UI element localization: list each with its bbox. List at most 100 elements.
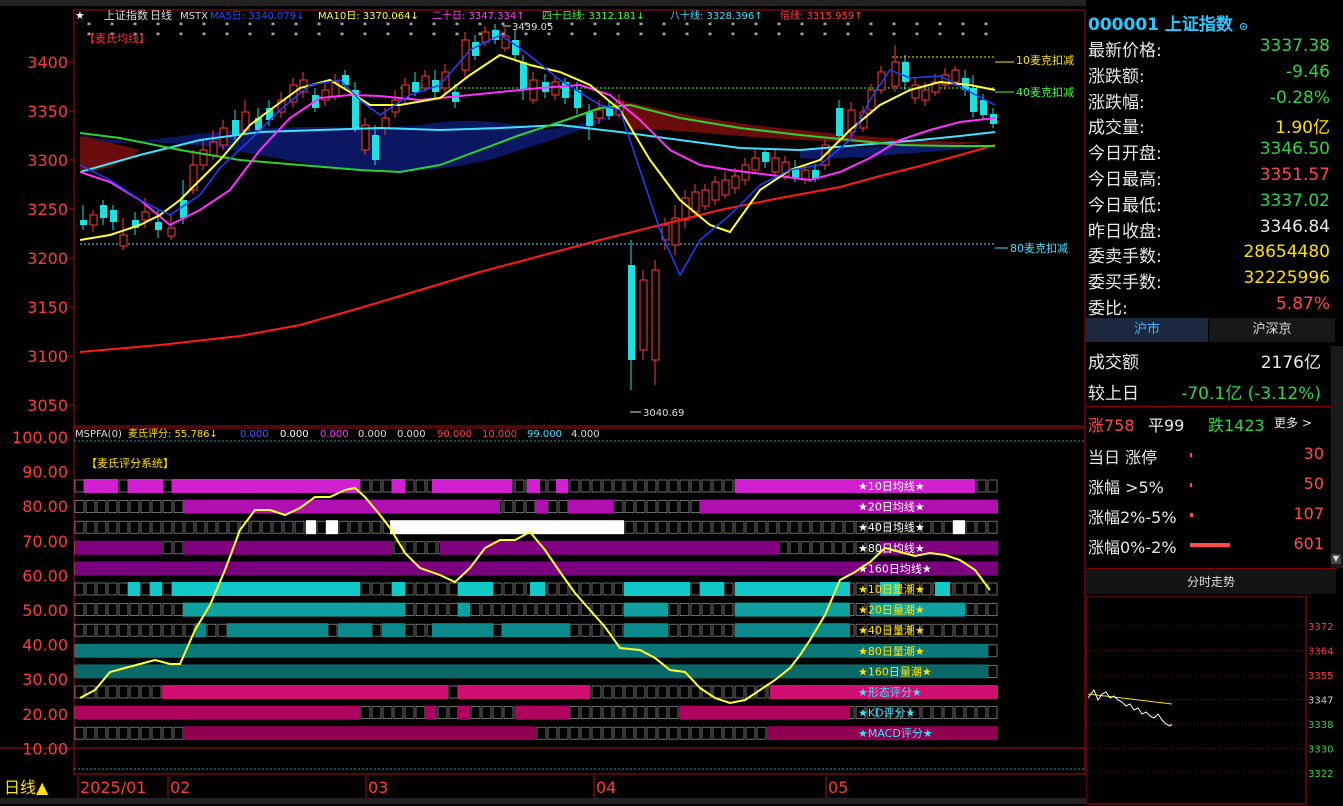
star-marker: *: [800, 31, 804, 40]
score-cell: [679, 603, 690, 616]
candlestick-series[interactable]: [80, 24, 997, 390]
candle-body[interactable]: [595, 109, 604, 119]
quote-row-value: 3346.84: [1259, 216, 1330, 237]
candle-body[interactable]: [199, 149, 208, 166]
quote-title[interactable]: 000001 上证指数 ⊙: [1088, 10, 1248, 35]
score-cell: [734, 520, 745, 534]
main-chart[interactable]: ★ 上证指数 日线 MSTX MA5日: 3340.079↓ MA10日: 33…: [0, 0, 1086, 804]
period-label[interactable]: 日线▲: [4, 778, 49, 797]
star-marker: *: [340, 31, 344, 40]
intraday-title[interactable]: 分时走势: [1086, 570, 1336, 594]
candle-body[interactable]: [89, 214, 98, 226]
limit-stat-row[interactable]: 当日 涨停 30: [1086, 440, 1336, 470]
info-icon[interactable]: ⊙: [1239, 20, 1248, 33]
candle-body[interactable]: [921, 89, 930, 101]
candle-body[interactable]: [970, 88, 977, 112]
star-marker: *: [616, 21, 620, 30]
candle-body[interactable]: [701, 189, 710, 207]
star-marker: *: [225, 31, 229, 40]
score-cell: [932, 520, 943, 534]
candle-body[interactable]: [651, 269, 660, 361]
candle-body[interactable]: [731, 175, 740, 189]
limit-stat-row[interactable]: 涨幅2%-5% 107: [1086, 500, 1336, 530]
score-fill-segment: [392, 479, 405, 493]
score-cell: [635, 685, 646, 699]
sub-header-v5: 0.000: [397, 429, 426, 440]
limit-stat-row[interactable]: 涨幅 >5% 50: [1086, 470, 1336, 500]
candle-body[interactable]: [951, 69, 960, 83]
score-fill-segment: [338, 623, 372, 638]
candle-body[interactable]: [421, 75, 430, 89]
score-cell: [151, 726, 162, 740]
candle-body[interactable]: [441, 71, 450, 89]
candle-body[interactable]: [771, 157, 780, 173]
candle-body[interactable]: [155, 222, 162, 230]
candle-body[interactable]: [902, 62, 909, 82]
sub-y-label: 40.00: [22, 636, 68, 655]
candle-body[interactable]: [691, 191, 700, 213]
scroll-down-icon[interactable]: ▼: [1331, 554, 1341, 564]
star-marker: *: [984, 31, 988, 40]
candle-body[interactable]: [812, 170, 819, 178]
star-marker: *: [938, 31, 942, 40]
star-marker: *: [961, 31, 965, 40]
score-cell: [118, 520, 129, 534]
tab-shanghai[interactable]: 沪市: [1086, 318, 1208, 342]
score-cell: [965, 520, 976, 534]
candle-body[interactable]: [141, 211, 150, 221]
score-cell: [569, 603, 580, 616]
candle-body[interactable]: [606, 108, 613, 116]
candle-body[interactable]: [180, 200, 187, 218]
candle-body[interactable]: [381, 117, 390, 129]
candle-body[interactable]: [110, 210, 117, 222]
candle-body[interactable]: [209, 141, 218, 156]
tab-shanghai-shenzhen-beijing[interactable]: 沪深京: [1209, 318, 1335, 342]
score-fill-segment: [624, 582, 690, 596]
star-marker: *: [685, 31, 689, 40]
candle-body[interactable]: [639, 279, 648, 351]
score-cell: [162, 500, 173, 513]
sub-y-label: 10.00: [22, 739, 68, 758]
candle-body[interactable]: [721, 179, 730, 196]
candle-body[interactable]: [119, 234, 128, 247]
score-row-label: ★20日均线★: [858, 500, 925, 514]
candle-body[interactable]: [751, 157, 760, 171]
side-scrollbar[interactable]: [1331, 346, 1343, 568]
score-cell: [987, 479, 998, 493]
score-cell: [129, 603, 140, 616]
score-cell: [646, 726, 657, 740]
star-marker: *: [294, 31, 298, 40]
double-line-readout: 倍线: 3315.959↑: [780, 9, 863, 22]
candle-body[interactable]: [762, 152, 769, 162]
candle-body[interactable]: [412, 82, 419, 92]
candle-body[interactable]: [551, 81, 560, 96]
candle-body[interactable]: [628, 265, 635, 360]
candle-body[interactable]: [711, 181, 720, 201]
candle-body[interactable]: [100, 205, 107, 218]
candle-body[interactable]: [232, 120, 239, 135]
score-cell: [635, 706, 646, 719]
candle-body[interactable]: [80, 220, 87, 225]
quote-row: 涨跌幅: -0.28%: [1086, 86, 1336, 113]
limit-stat-row[interactable]: 涨幅0%-2% 601: [1086, 530, 1336, 560]
score-cell: [965, 706, 976, 719]
candle-body[interactable]: [586, 112, 593, 126]
candle-body[interactable]: [891, 61, 900, 87]
candle-body[interactable]: [980, 100, 987, 115]
more-link[interactable]: 更多 >: [1274, 414, 1312, 431]
candle-body[interactable]: [372, 135, 379, 160]
score-cell: [635, 520, 646, 534]
score-cell: [668, 500, 679, 513]
candle-body[interactable]: [520, 62, 527, 90]
star-marker: *: [777, 21, 781, 30]
score-cell: [129, 685, 140, 699]
score-cell: [140, 726, 151, 740]
score-cell: [624, 479, 635, 493]
candle-body[interactable]: [836, 108, 843, 136]
score-cell: [657, 500, 668, 513]
score-cell: [107, 685, 118, 699]
candle-body[interactable]: [529, 79, 538, 101]
candle-body[interactable]: [167, 227, 176, 237]
score-row-label: ★40日均线★: [858, 520, 925, 534]
intraday-chart[interactable]: 3372 3364 3355 3347 3338 3330 3322: [1086, 596, 1343, 806]
